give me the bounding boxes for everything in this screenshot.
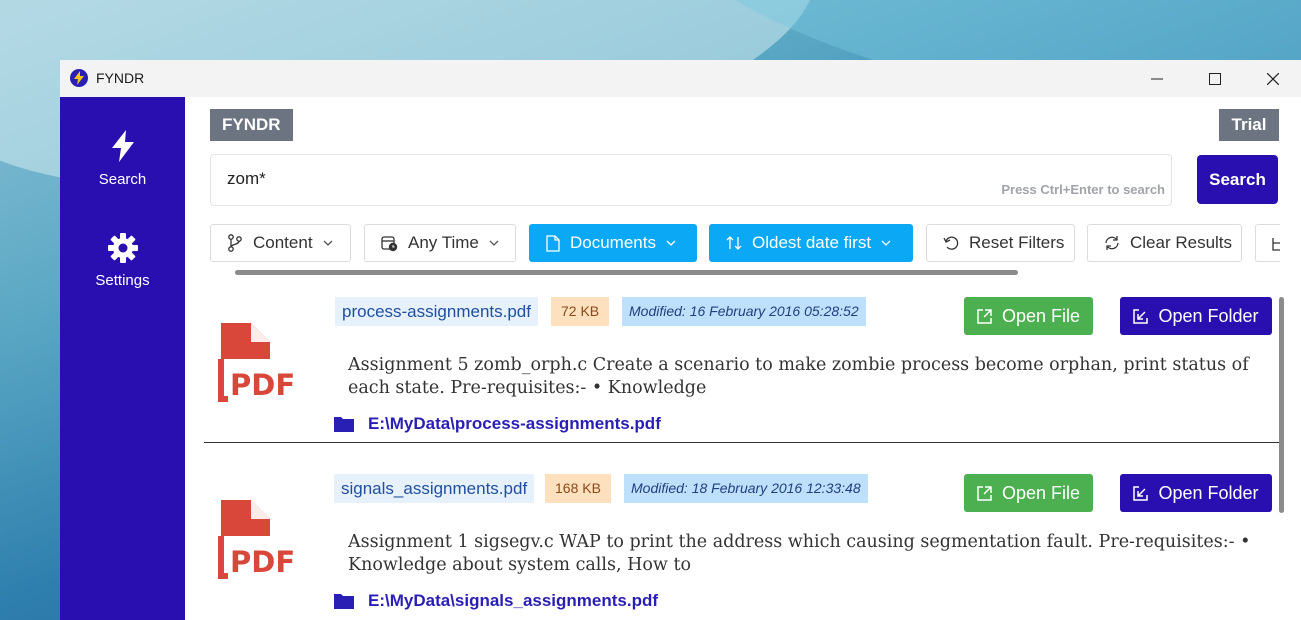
file-name: signals_assignments.pdf (334, 474, 535, 503)
clear-results-button[interactable]: Clear Results (1087, 224, 1242, 262)
pdf-file-icon: PDF (218, 500, 295, 579)
sidebar-item-search[interactable]: Search (60, 130, 185, 188)
chevron-down-icon (489, 240, 499, 246)
close-button[interactable] (1244, 60, 1301, 97)
type-filter-label: Documents (570, 233, 656, 252)
open-folder-button[interactable]: Open Folder (1120, 297, 1272, 335)
gear-icon (107, 233, 138, 263)
open-folder-label: Open Folder (1158, 482, 1259, 503)
search-input[interactable]: zom* Press Ctrl+Enter to search (210, 154, 1172, 206)
folder-open-icon (1133, 308, 1149, 324)
file-size: 72 KB (551, 297, 610, 326)
content-snippet: Assignment 1 sigsegv.c WAP to print the … (348, 532, 1251, 575)
filter-bar: Content Any Time Documents Oldest date f… (210, 224, 1280, 264)
svg-text:PDF: PDF (230, 368, 295, 402)
type-filter-dropdown[interactable]: Documents (529, 224, 697, 262)
brand-badge: FYNDR (210, 109, 293, 141)
sidebar-item-label: Settings (95, 272, 150, 289)
window-title: FYNDR (96, 70, 145, 86)
reset-filters-label: Reset Filters (969, 233, 1065, 252)
vertical-scrollbar[interactable] (1279, 297, 1284, 513)
refresh-icon (1105, 236, 1119, 250)
sidebar-item-label: Search (98, 171, 147, 188)
chevron-down-icon (666, 240, 676, 246)
open-folder-label: Open Folder (1158, 305, 1259, 326)
external-link-icon (977, 485, 992, 501)
open-file-label: Open File (1001, 482, 1081, 503)
reset-filters-button[interactable]: Reset Filters (926, 224, 1075, 262)
sort-order-label: Oldest date first (752, 233, 872, 252)
app-logo-icon (70, 69, 88, 87)
open-file-label: Open File (1001, 305, 1081, 326)
main-panel: FYNDR Trial zom* Press Ctrl+Enter to sea… (185, 97, 1301, 620)
result-divider (204, 442, 1281, 443)
sort-arrows-icon (726, 236, 742, 250)
content-filter-dropdown[interactable]: Content (210, 224, 351, 262)
svg-text:PDF: PDF (230, 545, 295, 579)
pdf-file-icon: PDF (218, 323, 295, 402)
branch-icon (228, 234, 242, 252)
chevron-down-icon (323, 240, 333, 246)
content-snippet: Assignment 5 zomb_orph.c Create a scenar… (348, 355, 1249, 398)
export-button[interactable] (1255, 224, 1280, 262)
calendar-clock-icon (381, 235, 398, 251)
file-path-row[interactable]: E:\MyData\signals_assignments.pdf (334, 591, 658, 611)
external-link-icon (977, 308, 992, 324)
file-path-row[interactable]: E:\MyData\process-assignments.pdf (334, 414, 661, 434)
document-icon (546, 234, 560, 252)
open-file-button[interactable]: Open File (964, 474, 1093, 512)
time-filter-dropdown[interactable]: Any Time (364, 224, 516, 262)
sidebar-item-settings[interactable]: Settings (60, 233, 185, 289)
search-query: zom* (227, 169, 266, 188)
folder-open-icon (1133, 485, 1149, 501)
content-filter-label: Content (253, 233, 313, 252)
sidebar: Search Settings (60, 97, 185, 620)
license-badge: Trial (1219, 109, 1279, 141)
result-item: PDF signals_assignments.pdf 168 KB Modif… (203, 474, 1281, 620)
export-icon (1272, 238, 1280, 251)
folder-icon (334, 417, 354, 432)
time-filter-label: Any Time (408, 233, 479, 252)
file-path: E:\MyData\signals_assignments.pdf (368, 591, 659, 610)
minimize-button[interactable] (1128, 60, 1186, 97)
modified-date: Modified: 18 February 2016 12:33:48 (624, 474, 868, 503)
search-hint: Press Ctrl+Enter to search (1001, 182, 1165, 197)
sort-order-dropdown[interactable]: Oldest date first (709, 224, 913, 262)
chevron-down-icon (881, 240, 891, 246)
modified-date: Modified: 16 February 2016 05:28:52 (622, 297, 866, 326)
undo-icon (943, 236, 959, 250)
maximize-button[interactable] (1186, 60, 1244, 97)
horizontal-scrollbar[interactable] (235, 270, 1018, 275)
clear-results-label: Clear Results (1130, 233, 1233, 252)
title-bar[interactable]: FYNDR (60, 60, 1301, 97)
search-button[interactable]: Search (1197, 155, 1278, 204)
file-size: 168 KB (545, 474, 611, 503)
file-name: process-assignments.pdf (335, 297, 538, 326)
bolt-icon (111, 130, 134, 162)
open-folder-button[interactable]: Open Folder (1120, 474, 1272, 512)
open-file-button[interactable]: Open File (964, 297, 1093, 335)
folder-icon (334, 594, 354, 609)
file-path: E:\MyData\process-assignments.pdf (368, 414, 661, 433)
app-window: FYNDR Search Settings FYNDR Trial zom* P… (60, 60, 1301, 620)
